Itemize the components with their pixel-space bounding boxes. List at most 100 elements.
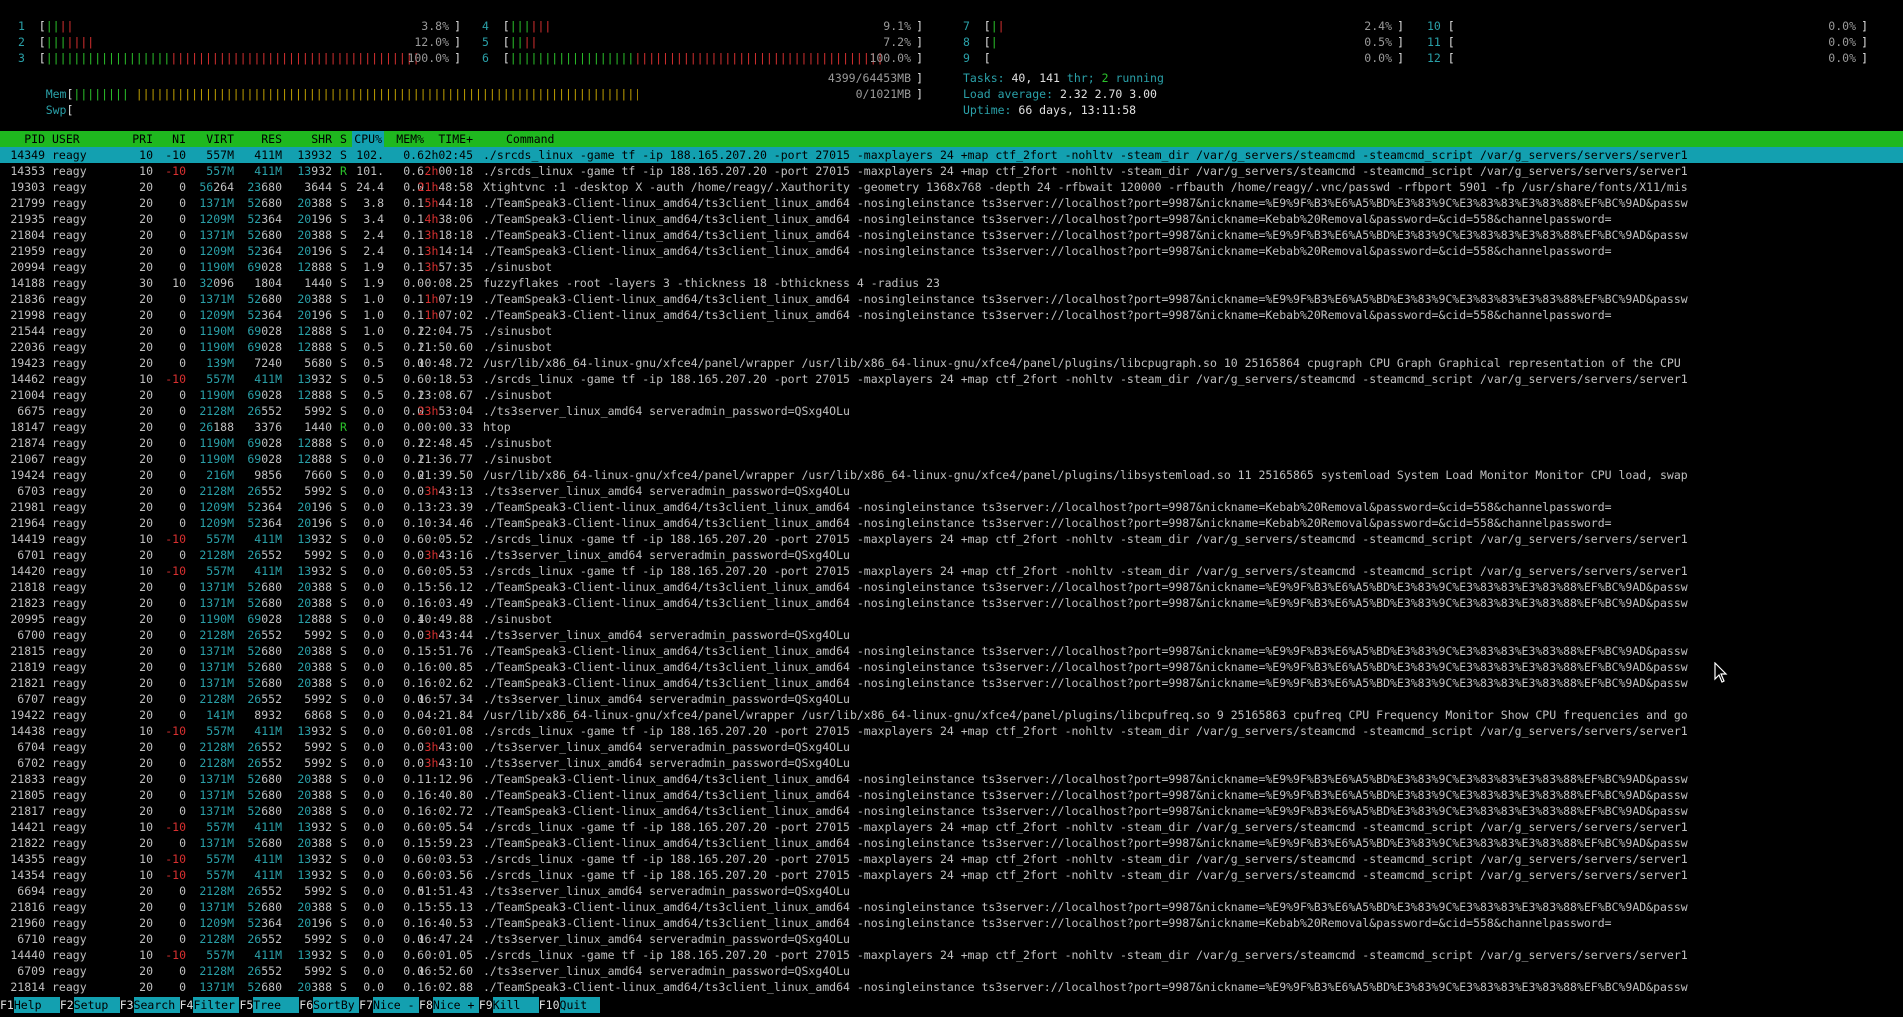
process-row[interactable]: 21960 reagy 20 0 1209M 52364 20196 S 0.0 0.1 6:40.… (0, 915, 1903, 931)
process-row[interactable]: 6703 reagy 20 0 2128M 26552 5992 S 0.0 0.0 3h43:13… (0, 483, 1903, 499)
process-row[interactable]: 21823 reagy 20 0 1371M 52680 20388 S 0.0 0.1 6:03.… (0, 595, 1903, 611)
process-row[interactable]: 14353 reagy 10 -10 557M 411M 13932 R 101. 0.6 2h00… (0, 163, 1903, 179)
column-header-pri[interactable]: PRI (132, 131, 153, 147)
function-label-help[interactable]: Help (13, 997, 60, 1013)
process-row[interactable]: 6702 reagy 20 0 2128M 26552 5992 S 0.0 0.0 3h43:10… (0, 755, 1903, 771)
column-header-cpu[interactable]: CPU% (352, 131, 384, 147)
process-row[interactable]: 20994 reagy 20 0 1190M 69028 12888 S 1.9 0.1 3h57:… (0, 259, 1903, 275)
cell-pid: 21067 (10, 452, 45, 466)
process-row[interactable]: 21959 reagy 20 0 1209M 52364 20196 S 2.4 0.1 3h14:… (0, 243, 1903, 259)
cell-ni: 0 (179, 180, 186, 194)
column-header-pid[interactable]: PID (24, 131, 45, 147)
cell-cpu: 0.0 (363, 404, 384, 418)
cell-res: 26552 (247, 932, 282, 946)
column-header-ni[interactable]: NI (172, 131, 186, 147)
process-row[interactable]: 21818 reagy 20 0 1371M 52680 20388 S 0.0 0.1 5:56.… (0, 579, 1903, 595)
process-row[interactable]: 21998 reagy 20 0 1209M 52364 20196 S 1.0 0.1 1h07:… (0, 307, 1903, 323)
process-row[interactable]: 19424 reagy 20 0 216M 9856 7660 S 0.0 0.0 21:39.50… (0, 467, 1903, 483)
column-header-res[interactable]: RES (261, 131, 282, 147)
cpu-label: 1 (18, 19, 25, 33)
function-key-f3[interactable]: F3 (119, 997, 134, 1013)
process-row[interactable]: 21822 reagy 20 0 1371M 52680 20388 S 0.0 0.1 5:59.… (0, 835, 1903, 851)
process-row[interactable]: 21833 reagy 20 0 1371M 52680 20388 S 0.0 0.1 1:12.… (0, 771, 1903, 787)
function-key-f9[interactable]: F9 (478, 997, 493, 1013)
column-header-time[interactable]: TIME+ (438, 131, 473, 147)
function-label-filter[interactable]: Filter (193, 997, 240, 1013)
cell-res: 52680 (247, 980, 282, 994)
process-row[interactable]: 6701 reagy 20 0 2128M 26552 5992 S 0.0 0.0 3h43:16… (0, 547, 1903, 563)
cell-cmd: ./TeamSpeak3-Client-linux_amd64/ts3clien… (483, 788, 1688, 802)
process-row[interactable]: 21817 reagy 20 0 1371M 52680 20388 S 0.0 0.1 6:02.… (0, 803, 1903, 819)
function-label-setup[interactable]: Setup (73, 997, 120, 1013)
process-list[interactable]: 14349 reagy 10 -10 557M 411M 13932 S 102. 0.6 2h02… (0, 147, 1903, 995)
function-label-tree[interactable]: Tree (253, 997, 300, 1013)
column-header-shr[interactable]: SHR (311, 131, 332, 147)
process-row[interactable]: 6707 reagy 20 0 2128M 26552 5992 S 0.0 0.0 16:57.3… (0, 691, 1903, 707)
process-row[interactable]: 6675 reagy 20 0 2128M 26552 5992 S 0.0 0.0 23h53:0… (0, 403, 1903, 419)
process-row[interactable]: 6709 reagy 20 0 2128M 26552 5992 S 0.0 0.0 16:52.6… (0, 963, 1903, 979)
process-row[interactable]: 21004 reagy 20 0 1190M 69028 12888 S 0.5 0.1 23:08… (0, 387, 1903, 403)
process-row[interactable]: 20995 reagy 20 0 1190M 69028 12888 S 0.0 0.1 40:49… (0, 611, 1903, 627)
process-row[interactable]: 14462 reagy 10 -10 557M 411M 13932 S 0.5 0.6 0:18.… (0, 371, 1903, 387)
process-row-selected[interactable]: 14349 reagy 10 -10 557M 411M 13932 S 102. 0.6 2h02… (0, 147, 1903, 163)
process-row[interactable]: 21821 reagy 20 0 1371M 52680 20388 S 0.0 0.1 6:02.… (0, 675, 1903, 691)
function-label-kill[interactable]: Kill (492, 997, 539, 1013)
process-row[interactable]: 18147 reagy 20 0 26188 3376 1440 R 0.0 0.0 0:00.33… (0, 419, 1903, 435)
function-key-f7[interactable]: F7 (359, 997, 374, 1013)
process-row[interactable]: 21544 reagy 20 0 1190M 69028 12888 S 1.0 0.1 22:04… (0, 323, 1903, 339)
function-key-f2[interactable]: F2 (59, 997, 74, 1013)
process-row[interactable]: 21814 reagy 20 0 1371M 52680 20388 S 0.0 0.1 6:02.… (0, 979, 1903, 995)
column-header-user[interactable]: USER (52, 131, 80, 147)
process-row[interactable]: 21799 reagy 20 0 1371M 52680 20388 S 3.8 0.1 5h44:… (0, 195, 1903, 211)
function-label-nice[interactable]: Nice - (373, 997, 420, 1013)
process-row[interactable]: 21819 reagy 20 0 1371M 52680 20388 S 0.0 0.1 6:00.… (0, 659, 1903, 675)
cell-pri: 20 (139, 628, 153, 642)
process-row[interactable]: 19303 reagy 20 0 56264 23680 3644 S 24.4 0.0 21h48… (0, 179, 1903, 195)
process-row[interactable]: 6694 reagy 20 0 2128M 26552 5992 S 0.0 0.0 51:51.4… (0, 883, 1903, 899)
process-row[interactable]: 22036 reagy 20 0 1190M 69028 12888 S 0.5 0.1 21:50… (0, 339, 1903, 355)
column-header-virt[interactable]: VIRT (206, 131, 234, 147)
cell-virt: 1371M (199, 980, 234, 994)
process-row[interactable]: 21804 reagy 20 0 1371M 52680 20388 S 2.4 0.1 3h18:… (0, 227, 1903, 243)
cell-time: 16:52.60 (417, 964, 473, 978)
process-row[interactable]: 21874 reagy 20 0 1190M 69028 12888 S 0.0 0.1 22:48… (0, 435, 1903, 451)
process-row[interactable]: 21816 reagy 20 0 1371M 52680 20388 S 0.0 0.1 5:55.… (0, 899, 1903, 915)
function-key-f1[interactable]: F1 (0, 997, 14, 1013)
process-row[interactable]: 21964 reagy 20 0 1209M 52364 20196 S 0.0 0.1 0:34.… (0, 515, 1903, 531)
process-row[interactable]: 14420 reagy 10 -10 557M 411M 13932 S 0.0 0.6 0:05.… (0, 563, 1903, 579)
process-row[interactable]: 14354 reagy 10 -10 557M 411M 13932 S 0.0 0.6 0:03.… (0, 867, 1903, 883)
process-row[interactable]: 14440 reagy 10 -10 557M 411M 13932 S 0.0 0.6 0:01.… (0, 947, 1903, 963)
function-key-f6[interactable]: F6 (299, 997, 314, 1013)
function-label-nice[interactable]: Nice + (432, 997, 479, 1013)
process-row[interactable]: 14419 reagy 10 -10 557M 411M 13932 S 0.0 0.6 0:05.… (0, 531, 1903, 547)
process-row[interactable]: 21067 reagy 20 0 1190M 69028 12888 S 0.0 0.1 21:36… (0, 451, 1903, 467)
column-header-s[interactable]: S (340, 131, 347, 147)
function-key-f8[interactable]: F8 (419, 997, 433, 1013)
function-label-quit[interactable]: Quit (559, 997, 600, 1013)
process-row[interactable]: 6704 reagy 20 0 2128M 26552 5992 S 0.0 0.0 3h43:00… (0, 739, 1903, 755)
cell-res: 411M (254, 372, 282, 386)
process-row[interactable]: 21981 reagy 20 0 1209M 52364 20196 S 0.0 0.1 3:23.… (0, 499, 1903, 515)
process-row[interactable]: 6710 reagy 20 0 2128M 26552 5992 S 0.0 0.0 16:47.2… (0, 931, 1903, 947)
process-row[interactable]: 14355 reagy 10 -10 557M 411M 13932 S 0.0 0.6 0:03.… (0, 851, 1903, 867)
process-table-header[interactable]: PID USER PRI NI VIRT RES SHR S CPU% MEM% TIME+ Comm… (0, 131, 1903, 147)
process-row[interactable]: 21815 reagy 20 0 1371M 52680 20388 S 0.0 0.1 5:51.… (0, 643, 1903, 659)
column-header-mem[interactable]: MEM% (396, 131, 424, 147)
process-row[interactable]: 21836 reagy 20 0 1371M 52680 20388 S 1.0 0.1 1h07:… (0, 291, 1903, 307)
process-row[interactable]: 21805 reagy 20 0 1371M 52680 20388 S 0.0 0.1 6:40.… (0, 787, 1903, 803)
cell-time: 21:36.77 (417, 452, 473, 466)
cell-virt: 557M (206, 868, 234, 882)
process-row[interactable]: 14438 reagy 10 -10 557M 411M 13932 S 0.0 0.6 0:01.… (0, 723, 1903, 739)
function-label-search[interactable]: Search (133, 997, 180, 1013)
process-row[interactable]: 21935 reagy 20 0 1209M 52364 20196 S 3.4 0.1 4h38:… (0, 211, 1903, 227)
function-key-f10[interactable]: F10 (538, 997, 560, 1013)
function-label-sortby[interactable]: SortBy (313, 997, 360, 1013)
process-row[interactable]: 19422 reagy 20 0 141M 8932 6868 S 0.0 0.0 4:21.84/… (0, 707, 1903, 723)
process-row[interactable]: 14188 reagy 30 10 32096 1804 1440 S 1.9 0.0 0:08.2… (0, 275, 1903, 291)
process-row[interactable]: 6700 reagy 20 0 2128M 26552 5992 S 0.0 0.0 3h43:44… (0, 627, 1903, 643)
process-row[interactable]: 14421 reagy 10 -10 557M 411M 13932 S 0.0 0.6 0:05.… (0, 819, 1903, 835)
process-row[interactable]: 19423 reagy 20 0 139M 7240 5680 S 0.5 0.0 10:48.72… (0, 355, 1903, 371)
function-key-f4[interactable]: F4 (179, 997, 194, 1013)
column-header-command[interactable]: Command (506, 131, 554, 147)
function-key-f5[interactable]: F5 (239, 997, 254, 1013)
